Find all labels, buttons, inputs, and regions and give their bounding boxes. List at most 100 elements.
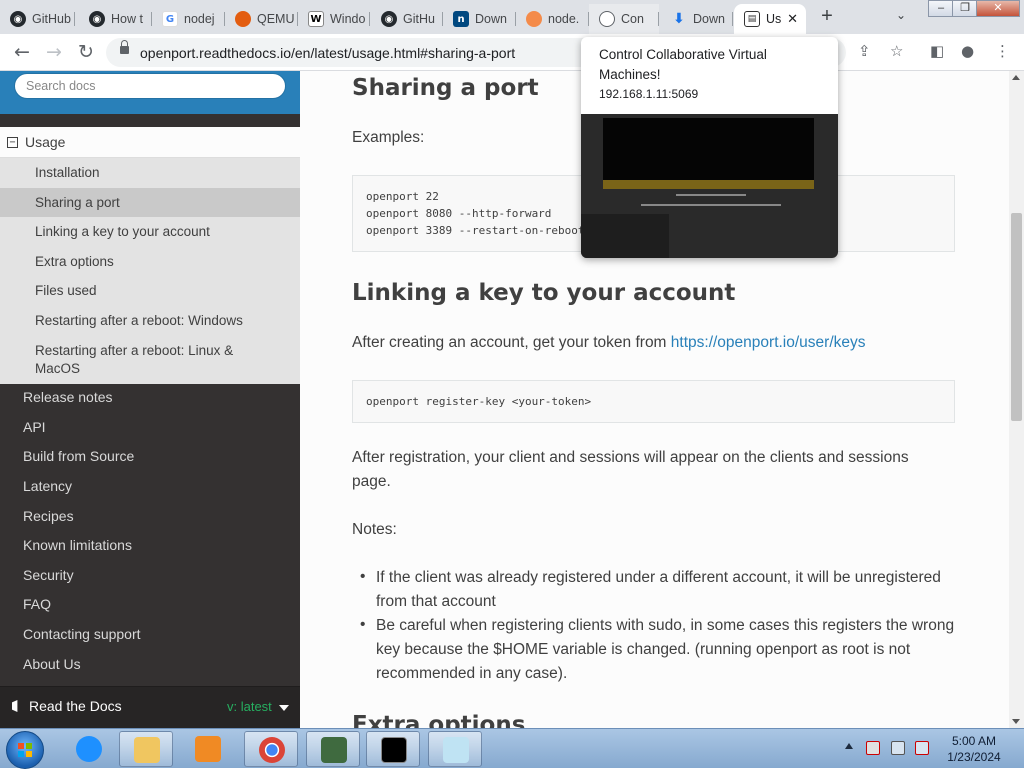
minimize-button[interactable]: –	[928, 0, 954, 17]
docs-icon: ▤	[744, 11, 760, 27]
tab-download[interactable]: ⬇ Down	[661, 4, 733, 34]
file-explorer-taskbar-icon[interactable]	[119, 731, 173, 767]
docs-sidebar: − Usage Installation Sharing a port Link…	[0, 71, 300, 728]
sidebar-item-restart-windows[interactable]: Restarting after a reboot: Windows	[0, 306, 300, 335]
scroll-down-arrow-icon[interactable]	[1012, 719, 1020, 724]
sidebar-item-restart-linux[interactable]: Restarting after a reboot: Linux & MacOS	[0, 335, 300, 384]
sidebar-item-build-from-source[interactable]: Build from Source	[23, 448, 134, 464]
sidebar-item-label: Sharing a port	[35, 194, 120, 210]
bullet-dot: •	[360, 616, 366, 633]
tab-wikipedia[interactable]: W Windo	[298, 4, 370, 34]
start-button[interactable]	[6, 731, 44, 769]
media-player-taskbar-icon[interactable]	[181, 731, 235, 767]
new-tab-button[interactable]: +	[816, 6, 838, 28]
preview-side-panel	[581, 214, 669, 258]
command-prompt-taskbar-icon[interactable]	[366, 731, 420, 767]
sidebar-item-latency[interactable]: Latency	[23, 478, 72, 494]
qemu-icon	[235, 11, 251, 27]
chrome-taskbar-icon[interactable]	[244, 731, 298, 767]
collapse-icon[interactable]: −	[7, 136, 18, 148]
internet-explorer-taskbar-icon[interactable]	[62, 731, 116, 767]
tab-google-nodejs[interactable]: G nodej	[152, 4, 225, 34]
tab-node[interactable]: node.	[516, 4, 589, 34]
sidebar-item-installation[interactable]: Installation	[0, 158, 300, 188]
back-arrow-icon[interactable]: ←	[9, 40, 35, 66]
windows-logo-icon	[18, 743, 32, 757]
browser-toolbar: ← → ↻ openport.readthedocs.io/en/latest/…	[0, 34, 1024, 71]
preview-button-row	[641, 204, 781, 206]
tab-nuget-download[interactable]: n Down	[443, 4, 516, 34]
token-link[interactable]: https://openport.io/user/keys	[671, 334, 866, 351]
code-block-register: openport register-key <your-token>	[352, 380, 955, 423]
hover-card-title: Control Collaborative Virtual Machines!	[599, 47, 767, 82]
scroll-thumb[interactable]	[1011, 213, 1022, 421]
tab-howto[interactable]: ◉ How t	[79, 4, 152, 34]
menu-kebab-icon[interactable]: ⋮	[995, 42, 1010, 60]
sidebar-item-files-used[interactable]: Files used	[0, 276, 300, 306]
tab-label: Down	[693, 12, 725, 26]
after-registration-paragraph: After registration, your client and sess…	[352, 449, 909, 490]
github-icon: ◉	[381, 11, 397, 27]
tab-label: QEMU	[257, 12, 295, 26]
forward-arrow-icon[interactable]: →	[41, 40, 67, 66]
sidebar-item-known-limitations[interactable]: Known limitations	[23, 537, 132, 553]
heading-linking-a-key: Linking a key to your account	[352, 280, 736, 306]
sidebar-item-contacting-support[interactable]: Contacting support	[23, 626, 141, 642]
sidebar-item-label: Files used	[35, 283, 97, 298]
examples-label: Examples:	[352, 129, 425, 146]
sidebar-section-usage[interactable]: − Usage	[0, 127, 300, 158]
share-icon[interactable]: ⇪	[858, 42, 871, 60]
profile-avatar-icon[interactable]: ●	[961, 42, 974, 60]
network-icon[interactable]	[891, 741, 905, 755]
sidebar-item-release-notes[interactable]: Release notes	[23, 389, 113, 405]
caret-down-icon	[279, 705, 289, 711]
tab-github-2[interactable]: ◉ GitHu	[371, 4, 443, 34]
tab-label: GitHu	[403, 12, 435, 26]
windows-taskbar: 5:00 AM 1/23/2024	[0, 728, 1024, 769]
sidebar-item-security[interactable]: Security	[23, 567, 74, 583]
github-icon: ◉	[89, 11, 105, 27]
tab-github-1[interactable]: ◉ GitHub	[0, 4, 75, 34]
sidebar-section-label: Usage	[25, 134, 66, 150]
reload-icon[interactable]: ↻	[73, 40, 99, 66]
lock-icon[interactable]	[120, 40, 129, 54]
close-tab-icon[interactable]: ✕	[787, 11, 798, 27]
preview-button-row	[676, 194, 746, 196]
note-item: Be careful when registering clients with…	[376, 617, 955, 682]
network-monitor-taskbar-icon[interactable]	[306, 731, 360, 767]
wikipedia-icon: W	[308, 11, 324, 27]
globe-icon	[599, 11, 615, 27]
action-center-icon[interactable]	[866, 741, 880, 755]
tab-label: Down	[475, 12, 507, 26]
close-window-button[interactable]: ✕	[976, 0, 1020, 17]
search-docs-input[interactable]	[14, 73, 286, 99]
sidebar-item-label: Restarting after a reboot: Windows	[35, 312, 243, 328]
clock-time: 5:00 AM	[951, 734, 997, 748]
side-panel-icon[interactable]: ◧	[930, 42, 944, 60]
note-item: If the client was already registered und…	[376, 569, 941, 610]
show-hidden-icons-arrow-icon[interactable]	[845, 743, 853, 749]
sidebar-item-api[interactable]: API	[23, 419, 46, 435]
sidebar-item-sharing-a-port[interactable]: Sharing a port	[0, 188, 300, 217]
tab-qemu[interactable]: QEMU	[225, 4, 298, 34]
sidebar-item-recipes[interactable]: Recipes	[23, 508, 74, 524]
sidebar-item-extra-options[interactable]: Extra options	[0, 247, 300, 276]
clock-date: 1/23/2024	[947, 750, 1001, 764]
volume-muted-icon[interactable]	[915, 741, 929, 755]
tab-label: GitHub	[32, 12, 71, 26]
tab-usage-active[interactable]: ▤ Us ✕	[734, 4, 806, 34]
taskbar-clock[interactable]: 5:00 AM 1/23/2024	[934, 733, 1014, 765]
notepad-taskbar-icon[interactable]	[428, 731, 482, 767]
page-scrollbar[interactable]	[1009, 71, 1024, 728]
page-preview-thumbnail	[581, 114, 838, 258]
tab-control-vm[interactable]: Con	[589, 4, 659, 34]
maximize-button[interactable]: ❐	[952, 0, 978, 17]
read-the-docs-bar[interactable]: Read the Docs v: latest	[0, 686, 300, 728]
tab-search-button[interactable]: ⌄	[896, 8, 906, 22]
sidebar-item-linking-key[interactable]: Linking a key to your account	[0, 217, 300, 247]
bookmark-star-icon[interactable]: ☆	[890, 42, 903, 60]
scroll-up-arrow-icon[interactable]	[1012, 75, 1020, 80]
sidebar-item-faq[interactable]: FAQ	[23, 596, 51, 612]
tab-strip: ◉ GitHub ◉ How t G nodej QEMU W Windo ◉ …	[0, 0, 1024, 34]
sidebar-item-about-us[interactable]: About Us	[23, 656, 81, 672]
